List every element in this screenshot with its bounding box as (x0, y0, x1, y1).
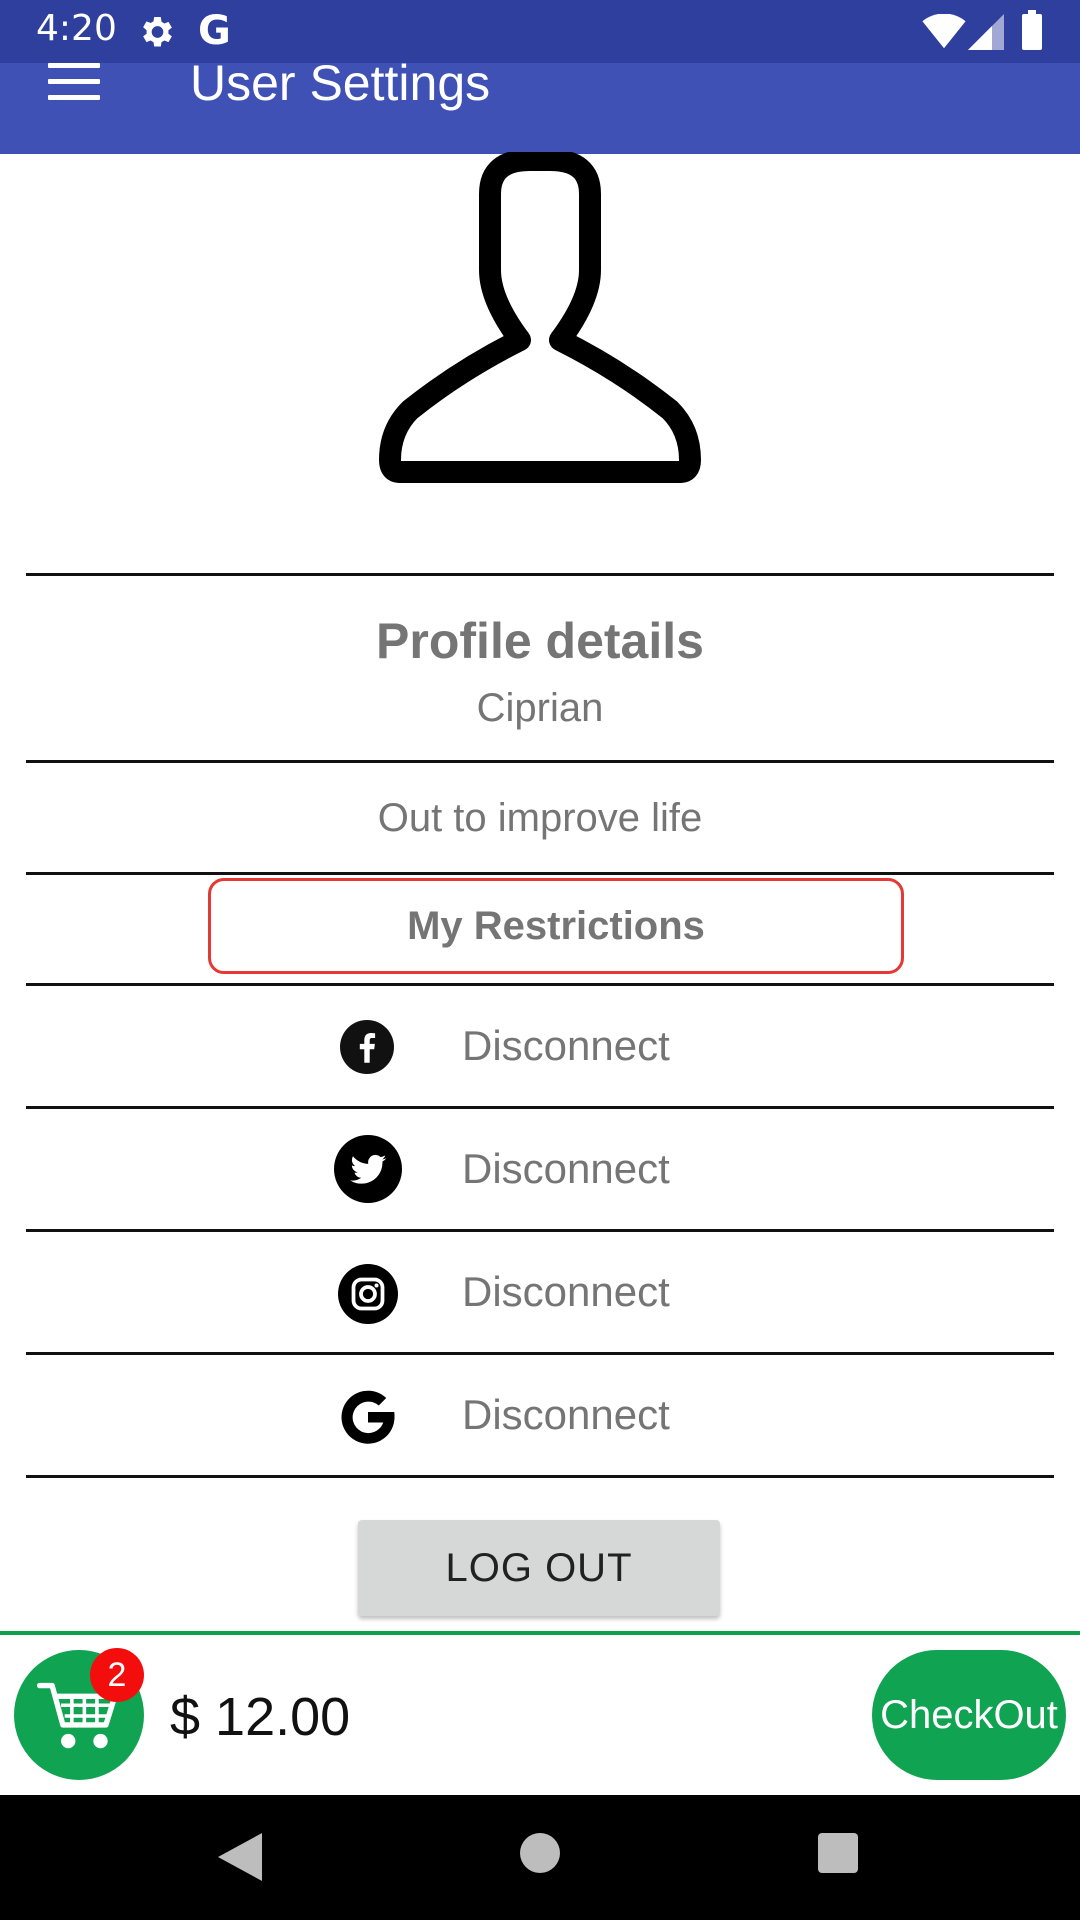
social-row-facebook: Disconnect (26, 986, 1054, 1106)
avatar (379, 152, 701, 483)
back-icon[interactable] (218, 1833, 262, 1881)
recents-icon[interactable] (818, 1833, 858, 1873)
social-row-instagram: Disconnect (26, 1232, 1054, 1352)
system-nav-bar (0, 1795, 1080, 1920)
google-disconnect-button[interactable]: Disconnect (462, 1385, 670, 1445)
twitter-icon (334, 1135, 402, 1203)
google-icon (341, 1390, 395, 1444)
hamburger-menu-icon[interactable] (48, 63, 100, 103)
profile-bio: Out to improve life (377, 796, 703, 840)
cart-total: $ 12.00 (170, 1687, 351, 1747)
home-icon[interactable] (520, 1833, 560, 1873)
cart-count-badge: 2 (90, 1648, 144, 1702)
status-bar: 4:20 G (0, 0, 1080, 63)
social-row-google: Disconnect (26, 1355, 1054, 1475)
instagram-disconnect-button[interactable]: Disconnect (462, 1262, 670, 1322)
logout-button[interactable]: LOG OUT (358, 1520, 720, 1616)
social-row-twitter: Disconnect (26, 1109, 1054, 1229)
google-status-icon: G (198, 8, 231, 54)
app-bar: User Settings (0, 55, 1080, 154)
signal-icon (968, 14, 1004, 50)
facebook-icon (340, 1020, 394, 1074)
page-title: User Settings (190, 55, 491, 111)
my-restrictions-button[interactable]: My Restrictions (208, 878, 904, 974)
cart-bar-divider (0, 1631, 1080, 1635)
profile-heading: Profile details (376, 613, 704, 669)
divider (26, 1475, 1054, 1478)
status-time: 4:20 (36, 8, 117, 49)
facebook-disconnect-button[interactable]: Disconnect (462, 1016, 670, 1076)
twitter-disconnect-button[interactable]: Disconnect (462, 1139, 670, 1199)
divider (26, 573, 1054, 576)
checkout-button[interactable]: CheckOut (872, 1650, 1066, 1780)
profile-name: Ciprian (476, 686, 604, 730)
gear-icon (143, 17, 172, 47)
divider (26, 760, 1054, 763)
instagram-icon (338, 1264, 398, 1324)
divider (26, 872, 1054, 875)
battery-icon (1022, 10, 1042, 50)
wifi-icon (922, 14, 966, 49)
